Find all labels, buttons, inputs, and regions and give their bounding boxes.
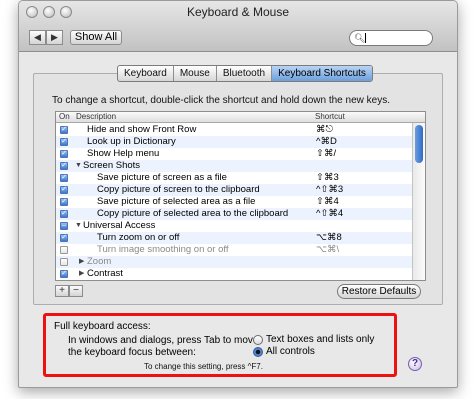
row-checkbox[interactable]: ✓ bbox=[60, 126, 68, 134]
row-shortcut[interactable]: ⇧⌘/ bbox=[316, 148, 336, 160]
row-checkbox[interactable]: ✓ bbox=[60, 270, 68, 278]
tab-bar: Keyboard Mouse Bluetooth Keyboard Shortc… bbox=[117, 65, 373, 82]
table-row[interactable]: ✓ Hide and show Front Row ⌘⎋ bbox=[56, 124, 412, 136]
forward-arrow-icon: ▶ bbox=[51, 32, 58, 42]
back-arrow-icon: ◀ bbox=[34, 32, 41, 42]
column-header-description[interactable]: Description bbox=[76, 112, 116, 122]
row-description: Look up in Dictionary bbox=[87, 136, 176, 147]
search-icon: 🔍︎ bbox=[354, 33, 366, 43]
instruction-text: To change a shortcut, double-click the s… bbox=[52, 95, 390, 106]
row-checkbox[interactable]: ✓ bbox=[60, 210, 68, 218]
row-shortcut[interactable]: ⇧⌘3 bbox=[316, 172, 339, 184]
tab-keyboard[interactable]: Keyboard bbox=[118, 66, 174, 81]
table-row[interactable]: ▶ Zoom bbox=[56, 256, 412, 268]
row-shortcut[interactable]: ^⇧⌘4 bbox=[316, 208, 343, 220]
add-shortcut-button[interactable]: + bbox=[55, 285, 69, 297]
preferences-window: Keyboard & Mouse ◀ ▶ Show All 🔍︎ Keyboar… bbox=[18, 0, 458, 388]
row-shortcut[interactable]: ⌥⌘8 bbox=[316, 232, 342, 244]
row-shortcut[interactable]: ⌘⎋ bbox=[316, 124, 333, 136]
table-row[interactable]: ✓ Turn zoom on or off ⌥⌘8 bbox=[56, 232, 412, 244]
row-checkbox[interactable]: ✓ bbox=[60, 174, 68, 182]
help-button[interactable]: ? bbox=[408, 357, 422, 371]
table-row[interactable]: Turn image smoothing on or off ⌥⌘\ bbox=[56, 244, 412, 256]
table-row[interactable]: ✓ Copy picture of selected area to the cl… bbox=[56, 208, 412, 220]
row-description: Hide and show Front Row bbox=[87, 124, 197, 135]
table-scrollbar[interactable] bbox=[412, 123, 425, 280]
row-description: Show Help menu bbox=[87, 148, 160, 159]
column-header-on[interactable]: On bbox=[59, 112, 70, 122]
tab-keyboard-shortcuts[interactable]: Keyboard Shortcuts bbox=[272, 66, 372, 81]
disclosure-open-icon[interactable]: ▼ bbox=[75, 220, 82, 232]
row-checkbox[interactable]: ✓ bbox=[60, 138, 68, 146]
forward-button[interactable]: ▶ bbox=[46, 30, 63, 45]
row-description: Copy picture of screen to the clipboard bbox=[97, 184, 260, 195]
row-shortcut[interactable]: ⌥⌘\ bbox=[316, 244, 339, 256]
table-row[interactable]: ✓ Save picture of selected area as a file… bbox=[56, 196, 412, 208]
row-description: Turn image smoothing on or off bbox=[97, 244, 229, 255]
table-row[interactable]: ✓ Save picture of screen as a file ⇧⌘3 bbox=[56, 172, 412, 184]
row-checkbox[interactable] bbox=[60, 258, 68, 266]
highlight-box bbox=[43, 313, 397, 377]
row-checkbox[interactable] bbox=[60, 246, 68, 254]
row-checkbox[interactable]: ✓ bbox=[60, 234, 68, 242]
row-checkbox[interactable]: ✓ bbox=[60, 186, 68, 194]
table-row[interactable]: ✓ Show Help menu ⇧⌘/ bbox=[56, 148, 412, 160]
row-shortcut[interactable]: ^⇧⌘3 bbox=[316, 184, 343, 196]
table-row[interactable]: ✓ Look up in Dictionary ^⌘D bbox=[56, 136, 412, 148]
shortcuts-table: On Description Shortcut ✓ Hide and show F… bbox=[55, 111, 426, 281]
row-checkbox[interactable]: ✓ bbox=[60, 150, 68, 158]
row-checkbox[interactable]: – bbox=[60, 222, 68, 230]
back-button[interactable]: ◀ bbox=[29, 30, 46, 45]
row-checkbox[interactable]: ✓ bbox=[60, 162, 68, 170]
row-description: Zoom bbox=[87, 256, 112, 267]
row-description: Screen Shots bbox=[83, 160, 141, 171]
show-all-button[interactable]: Show All bbox=[70, 30, 122, 45]
table-row[interactable]: ✓ Copy picture of screen to the clipboard… bbox=[56, 184, 412, 196]
row-description: Universal Access bbox=[83, 220, 156, 231]
disclosure-open-icon[interactable]: ▼ bbox=[75, 160, 82, 172]
row-description: Turn zoom on or off bbox=[97, 232, 180, 243]
table-row[interactable]: – ▼ Universal Access bbox=[56, 220, 412, 232]
tab-bluetooth[interactable]: Bluetooth bbox=[217, 66, 273, 81]
row-description: Save picture of screen as a file bbox=[97, 172, 227, 183]
column-header-shortcut[interactable]: Shortcut bbox=[315, 112, 345, 122]
window-title: Keyboard & Mouse bbox=[186, 5, 290, 19]
row-description: Contrast bbox=[87, 268, 123, 279]
tab-mouse[interactable]: Mouse bbox=[174, 66, 217, 81]
scrollbar-thumb[interactable] bbox=[415, 125, 423, 163]
remove-shortcut-button[interactable]: − bbox=[69, 285, 83, 297]
row-checkbox[interactable]: ✓ bbox=[60, 198, 68, 206]
row-shortcut[interactable]: ^⌘D bbox=[316, 136, 337, 148]
text-cursor bbox=[365, 33, 366, 43]
table-row[interactable]: ✓ ▶ Contrast bbox=[56, 268, 412, 280]
table-row[interactable]: ✓ ▼ Screen Shots bbox=[56, 160, 412, 172]
row-description: Save picture of selected area as a file bbox=[97, 196, 256, 207]
row-shortcut[interactable]: ⇧⌘4 bbox=[316, 196, 339, 208]
table-header: On Description Shortcut bbox=[56, 112, 425, 123]
restore-defaults-button[interactable]: Restore Defaults bbox=[337, 284, 421, 299]
search-field[interactable]: 🔍︎ bbox=[349, 30, 433, 46]
disclosure-closed-icon[interactable]: ▶ bbox=[79, 256, 84, 268]
titlebar: Keyboard & Mouse ◀ ▶ Show All 🔍︎ bbox=[19, 1, 457, 52]
disclosure-closed-icon[interactable]: ▶ bbox=[79, 268, 84, 280]
row-description: Copy picture of selected area to the cli… bbox=[97, 208, 289, 219]
